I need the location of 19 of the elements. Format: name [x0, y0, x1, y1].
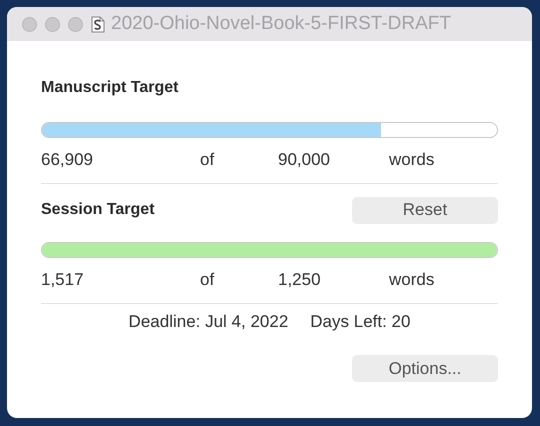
minimize-button[interactable]	[45, 16, 60, 32]
of-label: of	[200, 150, 216, 170]
unit-label: words	[389, 150, 436, 170]
reset-button[interactable]: Reset	[352, 196, 498, 224]
window-title: 2020-Ohio-Novel-Book-5-FIRST-DRAFT	[111, 13, 451, 35]
deadline-text: Deadline: Jul 4, 2022	[128, 312, 288, 332]
of-label: of	[200, 270, 216, 290]
word-goal: 1,250	[278, 270, 322, 290]
options-button[interactable]: Options...	[352, 355, 498, 382]
word-count: 66,909	[41, 150, 94, 170]
section-title: Session Target	[41, 201, 155, 219]
zoom-button[interactable]	[68, 16, 83, 32]
close-button[interactable]	[22, 16, 37, 32]
unit-label: words	[389, 270, 436, 290]
section-title: Manuscript Target	[41, 79, 178, 97]
document-icon	[91, 16, 105, 32]
days-left-text: Days Left: 20	[310, 312, 410, 332]
word-count: 1,517	[41, 270, 85, 290]
word-goal: 90,000	[278, 150, 331, 170]
